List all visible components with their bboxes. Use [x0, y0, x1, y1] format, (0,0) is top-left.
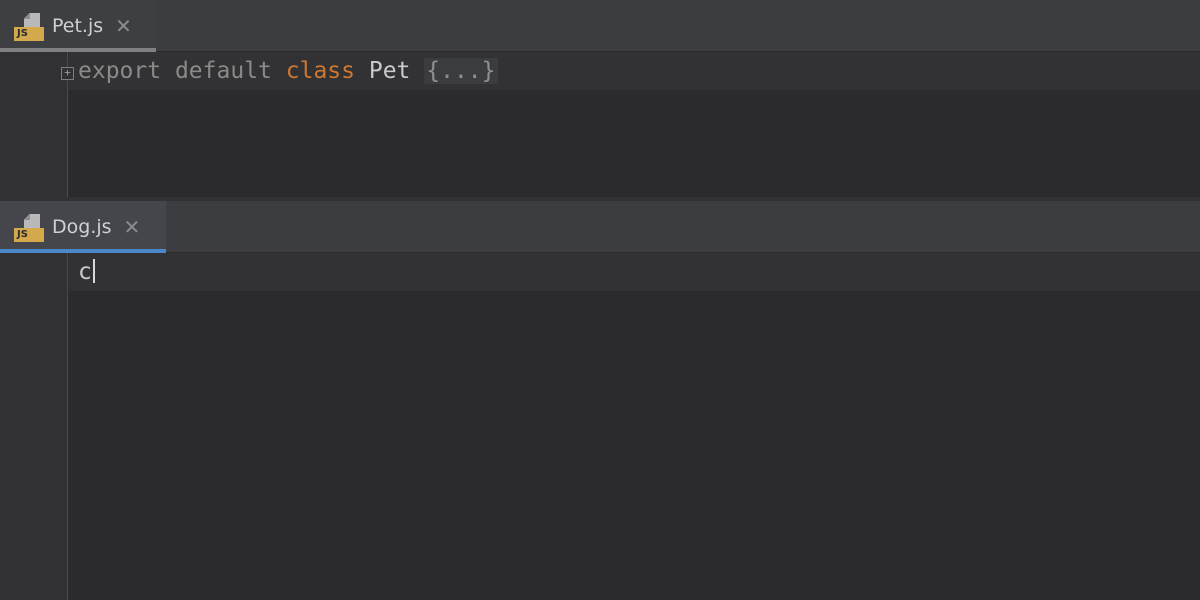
line-gutter	[0, 52, 68, 197]
expand-fold-icon[interactable]: +	[61, 67, 74, 80]
close-icon[interactable]: ✕	[124, 217, 141, 237]
text-caret	[92, 258, 95, 283]
class-name: Pet	[368, 58, 411, 84]
keyword-class: class	[285, 58, 355, 84]
code-editor-bottom[interactable]: c	[0, 253, 1200, 600]
code-editor-top[interactable]: + export default class Pet {...}	[0, 52, 1200, 197]
editor-pane-top: JS Pet.js ✕ + export default class Pet {…	[0, 0, 1200, 197]
tab-label: Pet.js	[52, 15, 104, 37]
keyword-default: default	[174, 58, 272, 84]
code-line-1[interactable]: export default class Pet {...}	[78, 52, 498, 90]
editor-pane-bottom: JS Dog.js ✕ c	[0, 201, 1200, 600]
js-file-icon: JS	[14, 11, 44, 41]
tab-label: Dog.js	[52, 216, 112, 238]
js-file-icon: JS	[14, 212, 44, 242]
tab-bar-bottom: JS Dog.js ✕	[0, 201, 1200, 253]
close-icon[interactable]: ✕	[115, 16, 132, 36]
keyword-export: export	[78, 58, 162, 84]
current-line-highlight	[69, 253, 1200, 291]
typed-text: c	[78, 259, 92, 285]
line-gutter	[0, 253, 68, 600]
code-line-1[interactable]: c	[78, 253, 95, 291]
tab-bar-top: JS Pet.js ✕	[0, 0, 1200, 52]
tab-dog-js[interactable]: JS Dog.js ✕	[0, 201, 166, 253]
folded-region[interactable]: {...}	[424, 58, 498, 84]
tab-pet-js[interactable]: JS Pet.js ✕	[0, 0, 156, 52]
